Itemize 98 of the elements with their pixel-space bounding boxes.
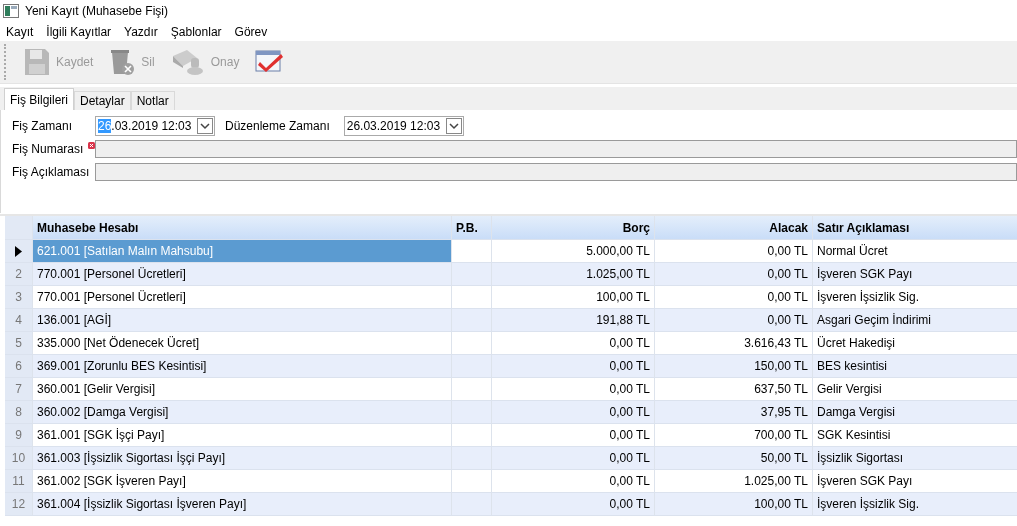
- row-header[interactable]: 3: [5, 286, 33, 308]
- stamp-icon: [170, 48, 205, 76]
- row-number: 7: [15, 382, 22, 396]
- table-cell: 0,00 TL: [492, 401, 655, 423]
- table-cell: 621.001 [Satılan Malın Mahsubu]: [33, 240, 452, 262]
- row-header[interactable]: 5: [5, 332, 33, 354]
- menu-item[interactable]: İlgili Kayıtlar: [46, 24, 112, 39]
- table-cell: 361.004 [İşsizlik Sigortası İşveren Payı]: [33, 493, 452, 515]
- column-header[interactable]: Alacak: [655, 216, 813, 239]
- input-field[interactable]: [95, 162, 1017, 181]
- row-number: 11: [12, 474, 25, 488]
- table-cell: 0,00 TL: [655, 263, 813, 285]
- table-cell-text: İşveren İşsizlik Sig.: [816, 289, 921, 306]
- table-cell: 770.001 [Personel Ücretleri]: [33, 286, 452, 308]
- table-cell: 0,00 TL: [492, 493, 655, 515]
- menu-item[interactable]: Şablonlar: [170, 24, 222, 39]
- window-title: Yeni Kayıt (Muhasebe Fişi): [25, 4, 168, 18]
- tab[interactable]: Fiş Bilgileri: [4, 88, 74, 110]
- row-header[interactable]: 8: [5, 401, 33, 423]
- table-cell: 0,00 TL: [492, 470, 655, 492]
- table-cell: 37,95 TL: [655, 401, 813, 423]
- row-header[interactable]: [5, 240, 33, 262]
- menu-item[interactable]: Görev: [234, 24, 268, 39]
- table-cell-text: İşveren SGK Payı: [816, 473, 914, 490]
- dropdown-icon[interactable]: [197, 117, 213, 134]
- table-cell: 50,00 TL: [655, 447, 813, 469]
- row-number: 9: [15, 428, 22, 442]
- table-cell: 361.001 [SGK İşçi Payı]: [33, 424, 452, 446]
- row-header[interactable]: 4: [5, 309, 33, 331]
- table-cell: 191,88 TL: [492, 309, 655, 331]
- row-number: 3: [15, 290, 22, 304]
- table-cell-text: SGK Kesintisi: [816, 427, 892, 444]
- table-cell: 1.025,00 TL: [655, 470, 813, 492]
- table-cell: 5.000,00 TL: [492, 240, 655, 262]
- table-cell: 100,00 TL: [655, 493, 813, 515]
- trash-can-icon: [109, 48, 136, 76]
- tab[interactable]: Notlar: [130, 91, 175, 110]
- dropdown-icon[interactable]: [445, 117, 462, 134]
- menu-item[interactable]: Yazdır: [124, 24, 158, 39]
- field-label: Fiş Numarası: [12, 141, 85, 156]
- row-number: 8: [15, 405, 22, 419]
- table-cell-text: Damga Vergisi: [816, 404, 897, 421]
- table-cell-text: Ücret Hakedişi: [816, 335, 897, 352]
- table-cell-text: İşveren SGK Payı: [816, 266, 914, 283]
- table-cell: 0,00 TL: [655, 286, 813, 308]
- input-field[interactable]: [95, 139, 1017, 158]
- row-header[interactable]: 2: [5, 263, 33, 285]
- row-number: 4: [15, 313, 22, 327]
- table-cell: 360.001 [Gelir Vergisi]: [33, 378, 452, 400]
- table-cell: 369.001 [Zorunlu BES Kesintisi]: [33, 355, 452, 377]
- column-header[interactable]: P.B.: [452, 216, 492, 239]
- row-header[interactable]: 7: [5, 378, 33, 400]
- table-cell-text: İşsizlik Sigortası: [816, 450, 905, 467]
- table-cell: 3.616,43 TL: [655, 332, 813, 354]
- row-number: 6: [15, 359, 22, 373]
- row-header[interactable]: 10: [5, 447, 33, 469]
- table-cell: 361.002 [SGK İşveren Payı]: [33, 470, 452, 492]
- date-field[interactable]: 26.03.2019 12:03: [95, 115, 215, 136]
- table-cell: 0,00 TL: [492, 424, 655, 446]
- table-cell-text: Gelir Vergisi: [816, 381, 883, 398]
- table-cell: 100,00 TL: [492, 286, 655, 308]
- row-number: 5: [15, 336, 22, 350]
- table-cell: 0,00 TL: [492, 355, 655, 377]
- row-header[interactable]: 11: [5, 470, 33, 492]
- table-cell: 0,00 TL: [492, 447, 655, 469]
- table-cell: 335.000 [Net Ödenecek Ücret]: [33, 332, 452, 354]
- table-cell-text: Normal Ücret: [816, 243, 889, 260]
- table-cell: 0,00 TL: [655, 240, 813, 262]
- table-cell: 360.002 [Damga Vergisi]: [33, 401, 452, 423]
- column-header[interactable]: Muhasebe Hesabı: [33, 216, 452, 239]
- row-number: 12: [11, 497, 26, 511]
- column-header[interactable]: Satır Açıklaması: [813, 216, 1017, 239]
- menu-item[interactable]: Kayıt: [6, 24, 34, 39]
- field-label: Fiş Zamanı: [12, 118, 73, 133]
- field-label: Düzenleme Zamanı: [225, 118, 330, 133]
- app-icon: [3, 4, 19, 18]
- table-cell: 136.001 [AGİ]: [33, 309, 452, 331]
- table-cell: 150,00 TL: [655, 355, 813, 377]
- table-cell-text: BES kesintisi: [816, 358, 889, 375]
- row-header[interactable]: 9: [5, 424, 33, 446]
- table-cell: 0,00 TL: [492, 332, 655, 354]
- table-cell: 637,50 TL: [655, 378, 813, 400]
- table-cell: 1.025,00 TL: [492, 263, 655, 285]
- row-header[interactable]: 12: [5, 493, 33, 515]
- table-cell: 0,00 TL: [492, 378, 655, 400]
- table-cell-text: Asgari Geçim İndirimi: [816, 312, 933, 329]
- field-label: Fiş Açıklaması: [12, 164, 88, 179]
- table-cell: 0,00 TL: [655, 309, 813, 331]
- row-header[interactable]: 6: [5, 355, 33, 377]
- table-cell: 361.003 [İşsizlik Sigortası İşçi Payı]: [33, 447, 452, 469]
- table-cell-text: İşveren İşsizlik Sig.: [816, 496, 921, 513]
- row-number: 2: [15, 267, 22, 281]
- row-number: 10: [11, 451, 26, 465]
- table-cell: 700,00 TL: [655, 424, 813, 446]
- column-header[interactable]: Borç: [492, 216, 655, 239]
- table-cell: 770.001 [Personel Ücretleri]: [33, 263, 452, 285]
- date-field[interactable]: 26.03.2019 12:03: [343, 115, 464, 136]
- tab[interactable]: Detaylar: [74, 91, 131, 110]
